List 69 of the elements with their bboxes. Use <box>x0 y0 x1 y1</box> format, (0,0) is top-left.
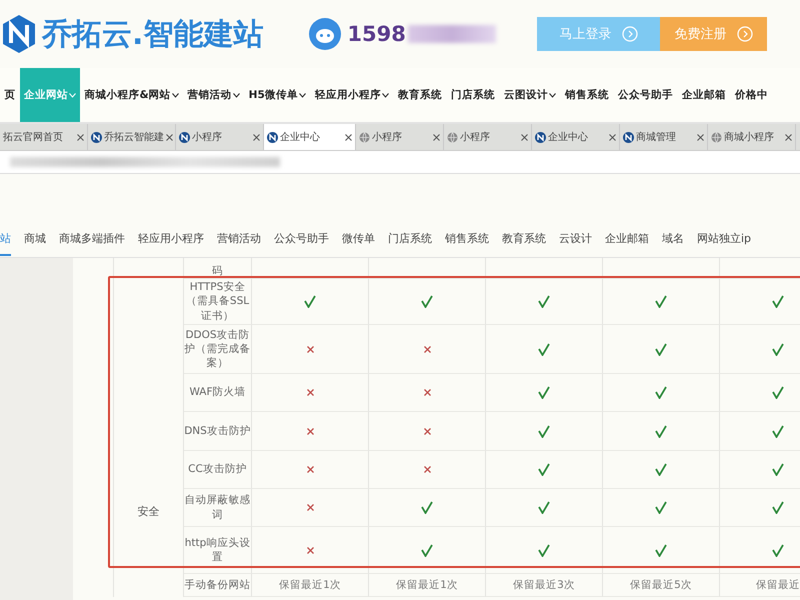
sub-nav-tab[interactable]: 企业邮箱 <box>605 221 649 256</box>
feature-cell: 自动屏蔽敏感词 <box>184 489 252 527</box>
nav-item[interactable]: 销售系统 <box>560 68 614 122</box>
sub-nav-tab[interactable]: 云设计 <box>559 221 592 256</box>
category-cell-text: 安全 <box>138 504 160 520</box>
sub-nav-tab[interactable]: 轻应用小程序 <box>138 221 204 256</box>
browser-tab[interactable]: 乔拓云智能建 <box>88 124 176 150</box>
nav-item[interactable]: 商城小程序&网站 <box>80 68 184 122</box>
brand-name: 乔拓云.智能建站 <box>42 16 264 54</box>
sub-nav-tab[interactable]: 营销活动 <box>217 221 261 256</box>
sub-nav-tab[interactable]: 商城多端插件 <box>59 221 125 256</box>
logo-icon <box>267 132 278 142</box>
close-icon[interactable] <box>697 134 704 140</box>
globe-icon <box>447 132 458 142</box>
value-text: 保留最近3次 <box>513 578 575 592</box>
close-icon[interactable] <box>253 134 260 140</box>
value-text: 保留最近 <box>756 578 800 592</box>
feature-cell: CC攻击防护 <box>184 451 252 489</box>
feature-cell: WAF防火墙 <box>184 374 252 412</box>
sub-nav-tab[interactable]: 公众号助手 <box>274 221 329 256</box>
sub-nav-tab[interactable]: 站 <box>0 221 11 256</box>
nav-item[interactable]: 教育系统 <box>393 68 446 122</box>
sub-nav-tab[interactable]: 商城 <box>24 221 46 256</box>
nav-item[interactable]: 企业邮箱 <box>677 68 730 122</box>
close-icon[interactable] <box>521 134 528 140</box>
close-icon[interactable] <box>433 134 440 140</box>
browser-tab[interactable]: 小程序 <box>444 124 532 150</box>
browser-tab[interactable]: 企业中心 <box>532 124 620 150</box>
nav-item[interactable]: 价格中 <box>730 68 772 122</box>
logo-icon <box>91 132 102 142</box>
value-text: 保留最近1次 <box>279 578 341 592</box>
browser-tab[interactable]: 拓云官网首页 <box>0 124 88 150</box>
browser-tab[interactable]: 商城管理 <box>620 124 708 150</box>
feature-cell: DDOS攻击防护（需完成备案） <box>184 325 252 374</box>
nav-item[interactable]: 轻应用小程序 <box>310 68 394 122</box>
nav-item[interactable]: 云图设计 <box>499 68 560 122</box>
nav-item[interactable]: 营销活动 <box>183 68 244 122</box>
close-icon[interactable] <box>785 134 792 140</box>
logo-icon <box>179 132 190 142</box>
sub-nav-tab[interactable]: 域名 <box>662 221 684 256</box>
feature-cell: 码 <box>184 258 252 279</box>
sub-nav-tab[interactable]: 微传单 <box>342 221 375 256</box>
sub-nav-tab[interactable]: 网站独立ip <box>697 221 752 256</box>
feature-cell: 手动备份网站 <box>184 574 252 597</box>
nav-item[interactable]: 公众号助手 <box>613 68 678 122</box>
browser-tab[interactable]: 商城小程序 <box>708 124 796 150</box>
browser-tab[interactable]: 小程序 <box>356 124 444 150</box>
nav-item[interactable]: 门店系统 <box>446 68 500 122</box>
globe-icon <box>359 132 370 142</box>
phone-number: 1598 <box>347 22 406 46</box>
sub-nav-tab[interactable]: 销售系统 <box>445 221 489 256</box>
close-icon[interactable] <box>345 134 352 140</box>
sub-nav-tab[interactable]: 门店系统 <box>388 221 432 256</box>
value-text: 保留最近1次 <box>396 578 458 592</box>
close-icon[interactable] <box>609 134 616 140</box>
logo-icon <box>535 132 546 142</box>
nav-item[interactable]: 页 <box>0 68 20 122</box>
close-icon[interactable] <box>166 134 173 140</box>
value-text: 保留最近5次 <box>630 578 692 592</box>
nav-item[interactable]: H5微传单 <box>244 68 310 122</box>
feature-cell: http响应头设置 <box>184 527 252 574</box>
browser-tab[interactable]: 企业中心 <box>264 124 356 150</box>
feature-cell: DNS攻击防护 <box>184 412 252 451</box>
robot-avatar-icon <box>309 18 342 50</box>
sub-nav-tab[interactable]: 教育系统 <box>502 221 546 256</box>
feature-cell: HTTPS安全（需具备SSL证书） <box>184 279 252 325</box>
close-icon[interactable] <box>77 134 84 140</box>
globe-icon <box>711 132 722 142</box>
logo-icon <box>623 132 634 142</box>
